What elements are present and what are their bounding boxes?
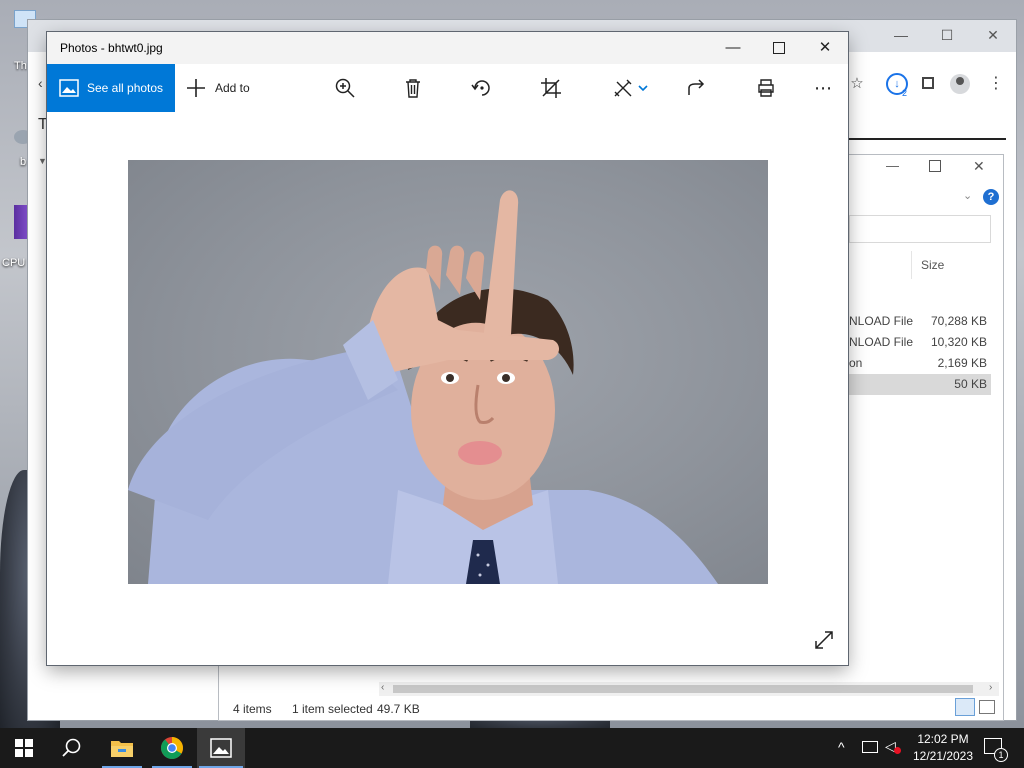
chrome-minimize-button[interactable]: — [878, 20, 924, 50]
network-icon[interactable] [862, 741, 878, 753]
page-divider [848, 138, 1006, 140]
photos-app-icon [210, 738, 232, 758]
printer-icon [758, 79, 774, 97]
photos-maximize-button[interactable] [756, 32, 802, 64]
delete-button[interactable] [395, 64, 431, 112]
folder-icon [111, 741, 133, 757]
ribbon-expand-icon[interactable]: ⌄ [963, 189, 972, 202]
chevron-down-icon [638, 85, 648, 92]
side-panel-icon[interactable] [922, 77, 934, 89]
bookmark-star-icon[interactable]: ☆ [846, 73, 868, 95]
column-header-size[interactable]: Size [921, 258, 944, 272]
explorer-maximize-button[interactable] [929, 160, 941, 172]
taskbar-chrome[interactable] [148, 728, 196, 768]
print-button[interactable] [748, 64, 784, 112]
file-row[interactable]: on 2,169 KB [849, 353, 991, 374]
edit-tools-icon [614, 79, 632, 97]
desktop-icon-cpu[interactable]: CPU [2, 205, 28, 271]
file-size: 2,169 KB [937, 356, 987, 370]
chrome-icon [161, 737, 183, 759]
zoom-button[interactable] [327, 64, 363, 112]
see-all-photos-label: See all photos [87, 81, 164, 95]
scroll-left-arrow-icon[interactable]: ‹ [381, 682, 384, 693]
file-row[interactable]: NLOAD File 70,288 KB [849, 311, 991, 332]
file-row-selected[interactable]: 50 KB [849, 374, 991, 395]
desktop-icon-label: CPU [2, 257, 26, 269]
clock-date[interactable]: 12/21/2023 [908, 749, 978, 763]
more-options-button[interactable]: ⋯ [805, 64, 841, 112]
photos-title-bar[interactable]: Photos - bhtwt0.jpg — ✕ [47, 32, 848, 64]
see-all-photos-button[interactable]: See all photos [47, 64, 175, 112]
chrome-menu-icon[interactable]: ⋮ [988, 73, 1004, 93]
file-size: 10,320 KB [930, 335, 987, 349]
start-button[interactable] [0, 728, 48, 768]
large-icons-view-icon[interactable] [979, 700, 995, 714]
photos-minimize-button[interactable]: — [710, 32, 756, 64]
file-type: NLOAD File [849, 314, 914, 328]
photo-image[interactable] [128, 160, 768, 584]
scrollbar-thumb[interactable] [393, 685, 973, 693]
crop-button[interactable] [533, 64, 569, 112]
tree-collapse-icon[interactable]: ▼ [38, 156, 47, 166]
add-to-button[interactable]: Add to [185, 64, 265, 112]
file-row[interactable]: NLOAD File 10,320 KB [849, 332, 991, 353]
crop-icon [541, 78, 561, 98]
chrome-close-button[interactable]: ✕ [970, 20, 1016, 50]
window-title: Photos - bhtwt0.jpg [60, 41, 163, 55]
status-selected-size: 49.7 KB [377, 702, 420, 716]
column-divider [911, 251, 912, 279]
back-arrow-icon[interactable]: ‹ [38, 75, 43, 91]
search-icon [62, 738, 81, 757]
clock-time[interactable]: 12:02 PM [908, 732, 978, 746]
photos-close-button[interactable]: ✕ [802, 32, 848, 64]
chrome-maximize-button[interactable]: ☐ [924, 20, 970, 50]
photo-artwork [128, 190, 718, 584]
search-button[interactable] [48, 728, 96, 768]
taskbar-photos[interactable] [197, 728, 245, 768]
rotate-button[interactable] [464, 64, 500, 112]
share-icon [688, 79, 705, 95]
status-item-count: 4 items [233, 702, 272, 716]
status-selected: 1 item selected [292, 702, 373, 716]
horizontal-scrollbar[interactable]: ‹ › [379, 682, 999, 696]
photos-gallery-icon [59, 79, 79, 97]
show-hidden-icons-chevron-icon[interactable]: ^ [838, 739, 845, 755]
taskbar: ^ ◁ 12:02 PM 12/21/2023 1 [0, 728, 1024, 768]
search-box[interactable] [849, 215, 991, 243]
plus-icon [187, 79, 205, 97]
edit-create-button[interactable] [607, 64, 653, 112]
cpu-z-icon [14, 205, 28, 239]
scroll-right-arrow-icon[interactable]: › [989, 682, 992, 693]
download-badge: 2 [902, 88, 908, 98]
windows-logo-icon [15, 739, 33, 757]
mute-badge-icon [894, 747, 901, 754]
zoom-in-icon [335, 78, 355, 98]
explorer-minimize-button[interactable]: — [886, 158, 899, 173]
profile-avatar-icon[interactable] [950, 74, 970, 94]
trash-icon [406, 79, 420, 98]
details-view-icon[interactable] [955, 698, 975, 716]
explorer-close-button[interactable]: ✕ [973, 158, 985, 175]
notification-count-badge: 1 [994, 748, 1008, 762]
photos-window[interactable]: Photos - bhtwt0.jpg — ✕ See all photos A… [47, 32, 848, 665]
share-button[interactable] [679, 64, 715, 112]
file-type: NLOAD File [849, 335, 914, 349]
taskbar-file-explorer[interactable] [98, 728, 146, 768]
rotate-icon [471, 80, 490, 96]
expand-icon [815, 631, 833, 649]
file-size: 70,288 KB [930, 314, 987, 328]
help-icon[interactable]: ? [983, 189, 999, 205]
add-to-label: Add to [215, 81, 250, 95]
file-size: 50 KB [954, 377, 987, 391]
file-type: on [849, 356, 863, 370]
photos-toolbar: See all photos Add to ⋯ [47, 64, 848, 112]
full-screen-button[interactable] [813, 629, 835, 651]
